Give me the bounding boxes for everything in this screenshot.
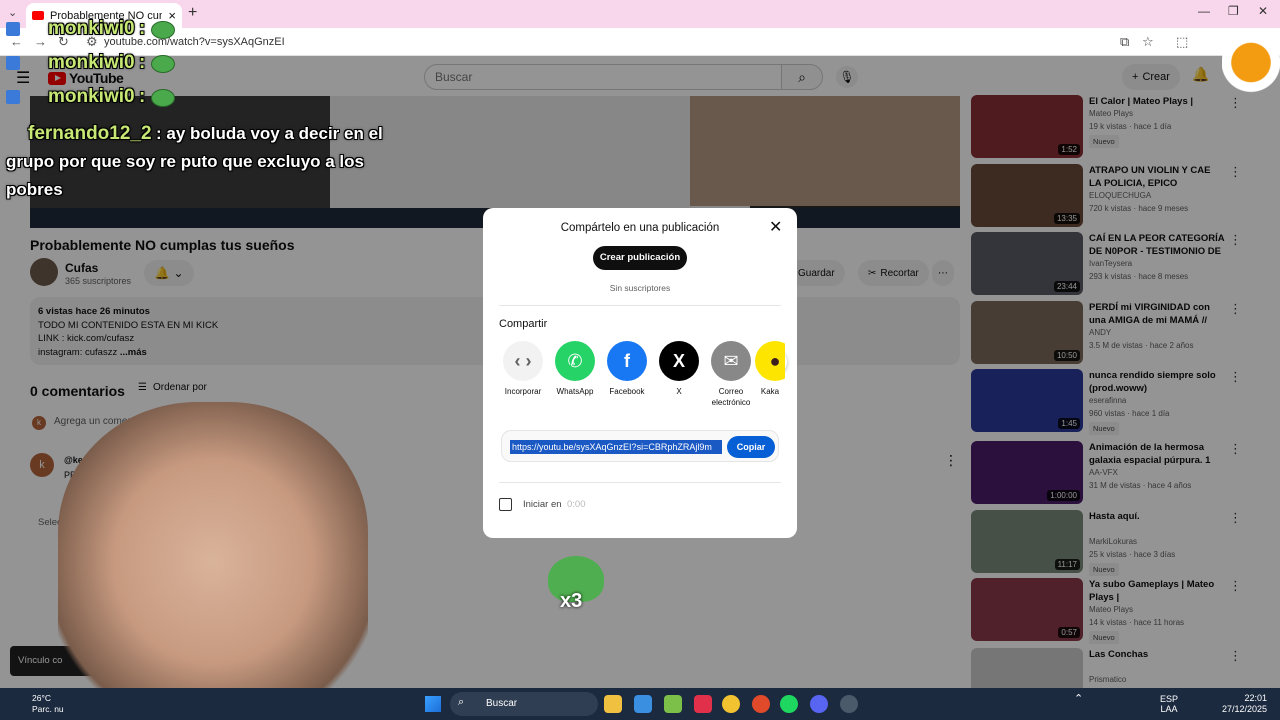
close-window-icon[interactable]: ✕	[1258, 4, 1268, 18]
share-target[interactable]: ✆ WhatsApp	[547, 341, 603, 397]
file-explorer-icon[interactable]	[604, 695, 622, 713]
share-target[interactable]: XX	[651, 341, 707, 397]
emote-multiplier: x3	[560, 590, 583, 612]
share-target-label: WhatsApp	[556, 387, 594, 396]
chrome-icon[interactable]	[722, 695, 740, 713]
share-dialog-title: Compártelo en una publicación	[560, 222, 720, 234]
start-at-label: Iniciar en	[523, 499, 562, 510]
chat-badge-icon	[6, 22, 20, 36]
tab-search-icon[interactable]: ⌄	[8, 6, 17, 19]
create-post-button[interactable]: Crear publicación	[593, 246, 687, 270]
pepe-emote-icon	[151, 54, 176, 73]
chat-line: fernando12_2 : ay boluda voy a decir en …	[6, 120, 406, 204]
share-target-label: Facebook	[609, 387, 645, 396]
share-dialog: Compártelo en una publicación ✕ Crear pu…	[483, 208, 797, 538]
language-indicator[interactable]: ESP LAA	[1160, 694, 1178, 714]
streamer-logo-overlay	[1222, 24, 1280, 94]
share-target[interactable]: f Facebook	[599, 341, 655, 397]
chat-username: monkiwi0	[48, 52, 135, 73]
no-subscribers-note: Sin suscriptores	[609, 283, 671, 293]
divider	[499, 482, 781, 483]
pepe-emote-icon	[151, 20, 176, 39]
new-tab-icon[interactable]: +	[188, 4, 197, 22]
search-icon: ⌕	[458, 696, 465, 708]
language-secondary: LAA	[1160, 704, 1178, 714]
chat-message: :	[139, 52, 146, 73]
app-icon[interactable]	[840, 695, 858, 713]
start-at-checkbox[interactable]	[499, 498, 512, 511]
chat-username: fernando12_2	[6, 123, 152, 144]
youtube-favicon-icon	[32, 11, 44, 20]
share-target-label: Incorporar	[504, 387, 542, 396]
facebook-icon: f	[607, 341, 647, 381]
share-link-input[interactable]: https://youtu.be/sysXAqGnzEI?si=CBRphZRA…	[510, 440, 722, 454]
cast-icon[interactable]: ⧉	[1120, 34, 1129, 50]
chat-line: monkiwi0 :	[48, 18, 176, 40]
back-icon[interactable]: ←	[10, 34, 23, 49]
chat-badge-icon	[6, 56, 20, 70]
clock-date: 27/12/2025	[1222, 704, 1268, 714]
store-icon[interactable]	[634, 695, 652, 713]
copy-button[interactable]: Copiar	[727, 436, 775, 458]
chat-line: monkiwi0 :	[48, 52, 176, 74]
divider	[499, 305, 781, 306]
app-icon[interactable]	[694, 695, 712, 713]
discord-icon[interactable]	[810, 695, 828, 713]
clock-time: 22:01	[1244, 693, 1268, 703]
whatsapp-icon: ✆	[555, 341, 595, 381]
share-link-box: https://youtu.be/sysXAqGnzEI?si=CBRphZRA…	[501, 430, 779, 462]
language-primary: ESP	[1160, 694, 1179, 704]
chat-message: :	[139, 18, 146, 39]
embed-icon: ‹ ›	[503, 341, 543, 381]
chrome-icon[interactable]	[752, 695, 770, 713]
chat-username: monkiwi0	[48, 86, 135, 107]
chat-username-text: fernando12_2	[28, 123, 152, 144]
chat-line: monkiwi0 :	[48, 86, 176, 108]
tray-chevron-icon[interactable]: ⌃	[1074, 694, 1083, 705]
share-target-label: X	[676, 387, 682, 396]
share-target-label: Kaka	[760, 387, 780, 396]
address-bar: ← → ↻ ⚙ youtube.com/watch?v=sysXAqGnzEI …	[0, 28, 1280, 56]
browser-tab-strip: ⌄ Probablemente NO cumplas tus sueños × …	[0, 0, 1280, 28]
mail-icon: ✉	[711, 341, 751, 381]
weather-desc: Parc. nu	[32, 704, 64, 714]
kakao-icon: ●	[755, 341, 785, 381]
windows-start-icon[interactable]	[425, 696, 441, 712]
chat-message: :	[139, 86, 146, 107]
chat-username: monkiwi0	[48, 18, 135, 39]
x-icon: X	[659, 341, 699, 381]
windows-taskbar: 26°C Parc. nu Buscar ⌕ ⌃ ESP LAA 22:01 2…	[0, 688, 1280, 720]
taskbar-search[interactable]: Buscar	[450, 692, 598, 716]
chat-badge-icon	[6, 90, 20, 104]
pepe-emote-icon	[151, 88, 176, 107]
share-target[interactable]: ● Kaka	[755, 341, 785, 397]
share-target[interactable]: ✉ Correo electrónico	[703, 341, 759, 408]
share-target[interactable]: ‹ › Incorporar	[495, 341, 551, 397]
bookmark-star-icon[interactable]: ☆	[1142, 34, 1154, 50]
forward-icon[interactable]: →	[34, 34, 47, 49]
weather-widget[interactable]: 26°C Parc. nu	[32, 693, 64, 715]
share-target-label: Correo electrónico	[711, 387, 751, 407]
taskbar-clock[interactable]: 22:01 27/12/2025	[1222, 693, 1267, 715]
extensions-icon[interactable]: ⬚	[1176, 34, 1188, 50]
start-at-time-input[interactable]: 0:00	[567, 499, 586, 510]
weather-temp: 26°C	[32, 693, 51, 703]
spotify-icon[interactable]	[780, 695, 798, 713]
share-heading: Compartir	[499, 318, 548, 330]
minimize-icon[interactable]: —	[1198, 4, 1210, 18]
app-icon[interactable]	[664, 695, 682, 713]
close-icon[interactable]: ✕	[769, 217, 782, 237]
webcam-overlay	[58, 402, 368, 692]
maximize-icon[interactable]: ❐	[1228, 4, 1239, 18]
